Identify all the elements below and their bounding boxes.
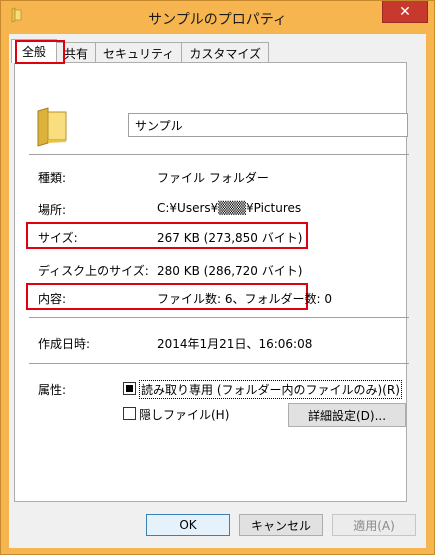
separator	[29, 363, 409, 364]
readonly-checkbox[interactable]	[123, 382, 136, 395]
general-panel: 種類: ファイル フォルダー 場所: C:¥Users¥▒▒▒¥Pictures…	[14, 62, 409, 502]
separator	[29, 317, 409, 318]
title-bar[interactable]: サンプルのプロパティ ✕	[1, 1, 434, 34]
separator	[29, 154, 409, 155]
created-value: 2014年1月21日、16:06:08	[157, 337, 313, 351]
readonly-checkbox-label[interactable]: 読み取り専用 (フォルダー内のファイルのみ)(R)	[139, 380, 402, 399]
large-folder-icon	[32, 103, 76, 150]
contents-label: 内容:	[38, 292, 67, 306]
contents-value: ファイル数: 6、フォルダー数: 0	[157, 292, 332, 306]
attributes-label: 属性:	[38, 383, 67, 397]
type-value: ファイル フォルダー	[157, 171, 269, 185]
location-value: C:¥Users¥▒▒▒¥Pictures	[157, 201, 302, 215]
cancel-button[interactable]: キャンセル	[239, 514, 323, 536]
folder-name-input[interactable]	[128, 113, 408, 137]
window-title: サンプルのプロパティ	[148, 12, 287, 28]
advanced-button[interactable]: 詳細設定(D)...	[288, 403, 406, 427]
dialog-client: 全般 共有 セキュリティ カスタマイズ 種類: ファイル フォルダー 場所: C…	[9, 34, 426, 548]
location-label: 場所:	[38, 203, 67, 217]
close-button[interactable]: ✕	[382, 1, 428, 23]
apply-button[interactable]: 適用(A)	[332, 514, 416, 536]
type-label: 種類:	[38, 171, 67, 185]
properties-window: サンプルのプロパティ ✕ 全般 共有 セキュリティ カスタマイズ 種類: ファ	[0, 0, 435, 555]
disk-size-value: 280 KB (286,720 バイト)	[157, 264, 303, 278]
size-label: サイズ:	[38, 231, 78, 245]
hidden-checkbox-label[interactable]: 隠しファイル(H)	[139, 406, 229, 423]
disk-size-label: ディスク上のサイズ:	[38, 264, 149, 278]
tab-general-highlight	[15, 40, 65, 64]
created-label: 作成日時:	[38, 337, 91, 351]
ok-button[interactable]: OK	[146, 514, 230, 536]
hidden-checkbox[interactable]	[123, 407, 136, 420]
tab-customize[interactable]: カスタマイズ	[181, 42, 269, 63]
tab-security[interactable]: セキュリティ	[95, 42, 183, 63]
close-icon: ✕	[399, 3, 411, 20]
size-value: 267 KB (273,850 バイト)	[157, 231, 303, 245]
